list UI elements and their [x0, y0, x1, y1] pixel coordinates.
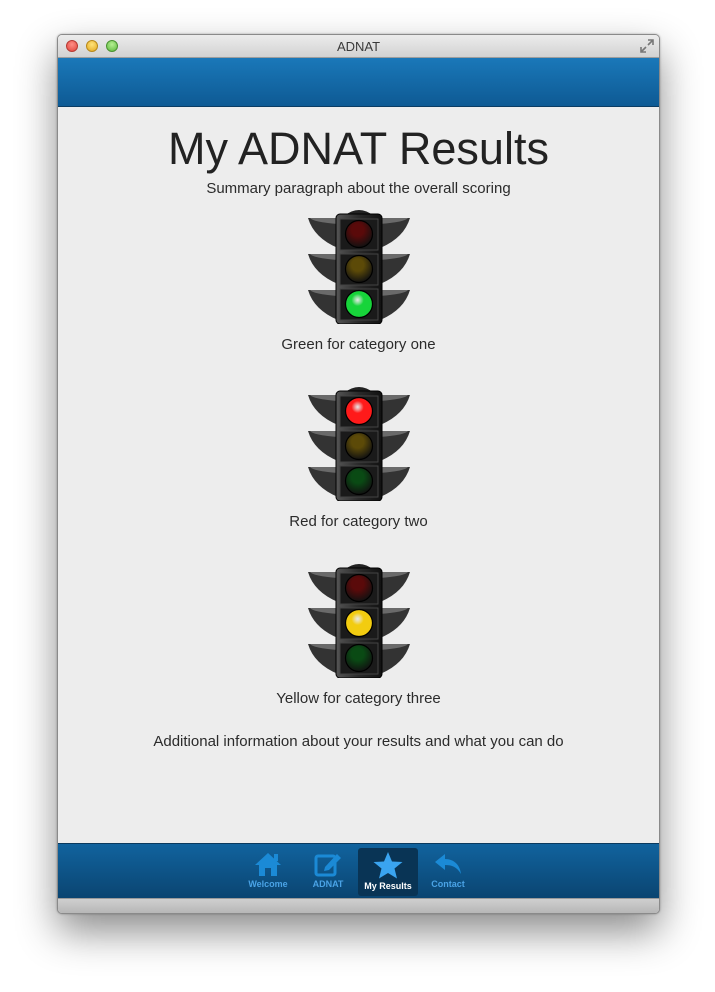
star-icon: [373, 852, 403, 879]
result-label: Yellow for category three: [276, 690, 441, 707]
title-bar[interactable]: ADNAT: [58, 35, 659, 58]
tab-label: ADNAT: [312, 879, 344, 889]
results-content: My ADNAT Results Summary paragraph about…: [58, 107, 659, 843]
yellow-lamp: [344, 254, 373, 284]
tab-label: Welcome: [248, 879, 288, 889]
result-label: Red for category two: [289, 513, 428, 530]
edit-icon: [314, 854, 341, 877]
traffic-light-icon: [307, 387, 410, 501]
reply-icon: [435, 854, 461, 874]
fullscreen-icon[interactable]: [640, 39, 654, 53]
app-window: ADNAT My ADNAT Results Summary paragraph…: [57, 34, 660, 914]
green-lamp: [344, 289, 373, 319]
tab-my-results[interactable]: My Results: [358, 848, 418, 896]
summary-paragraph: Summary paragraph about the overall scor…: [206, 180, 511, 197]
tab-label: Contact: [431, 879, 465, 889]
window-bottom-bar: [58, 898, 659, 913]
green-lamp: [344, 643, 373, 673]
red-lamp: [344, 219, 373, 249]
app-header-bar: [58, 58, 659, 107]
result-label: Green for category one: [281, 336, 436, 353]
result-category-three: Yellow for category three: [58, 560, 659, 707]
yellow-lamp: [344, 431, 373, 461]
tab-welcome[interactable]: Welcome: [238, 848, 298, 896]
home-icon: [255, 853, 281, 876]
traffic-light-icon: [307, 210, 410, 324]
result-category-two: Red for category two: [58, 383, 659, 530]
tab-label: My Results: [364, 881, 412, 891]
result-category-one: Green for category one: [58, 206, 659, 353]
green-lamp: [344, 466, 373, 496]
window-title: ADNAT: [336, 39, 381, 54]
tab-contact[interactable]: Contact: [418, 848, 478, 896]
traffic-light-icon: [307, 564, 410, 678]
yellow-lamp: [344, 608, 373, 638]
red-lamp: [344, 573, 373, 603]
red-lamp: [344, 396, 373, 426]
page-title: My ADNAT Results: [168, 123, 549, 174]
tab-adnat[interactable]: ADNAT: [298, 848, 358, 896]
additional-info: Additional information about your result…: [153, 733, 564, 750]
tab-bar: Welcome ADNAT My Results Contact: [58, 843, 659, 899]
